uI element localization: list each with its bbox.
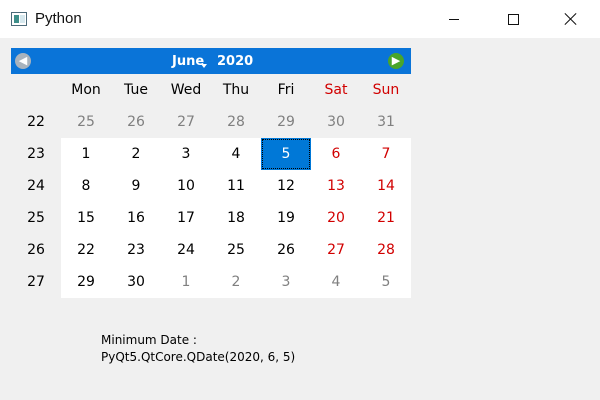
calendar-day[interactable]: 28 [211,106,261,138]
calendar-day[interactable]: 27 [161,106,211,138]
left-arrow-icon: ◀ [18,54,28,67]
calendar-day[interactable]: 15 [61,202,111,234]
calendar-day[interactable]: 26 [111,106,161,138]
weekday-header: Sun [361,74,411,106]
calendar-day[interactable]: 19 [261,202,311,234]
previous-month-button[interactable]: ◀ [15,53,31,69]
calendar-day[interactable]: 4 [211,138,261,170]
calendar-day[interactable]: 25 [211,234,261,266]
calendar-day[interactable]: 12 [261,170,311,202]
calendar-day[interactable]: 26 [261,234,311,266]
calendar-day[interactable]: 21 [361,202,411,234]
calendar-day[interactable]: 6 [311,138,361,170]
calendar-day[interactable]: 23 [111,234,161,266]
week-number: 22 [11,106,61,138]
weekday-header: Thu [211,74,261,106]
calendar-day[interactable]: 14 [361,170,411,202]
calendar-day[interactable]: 27 [311,234,361,266]
calendar-day[interactable]: 24 [161,234,211,266]
calendar-widget: ◀ June 2020 ▶ Mon Tue Wed Thu Fri Sat Su… [11,48,411,298]
next-month-button[interactable]: ▶ [388,53,404,69]
calendar-day[interactable]: 11 [211,170,261,202]
calendar-day[interactable]: 31 [361,106,411,138]
title-bar: Python [0,0,600,38]
maximize-icon [507,13,519,25]
calendar-day[interactable]: 1 [61,138,111,170]
month-selector[interactable]: June [172,54,204,69]
calendar-day[interactable]: 20 [311,202,361,234]
calendar-day[interactable]: 3 [261,266,311,298]
weekday-header: Sat [311,74,361,106]
minimize-icon [449,18,459,20]
year-selector[interactable]: 2020 [217,54,253,69]
close-icon [564,12,578,26]
calendar-day[interactable]: 16 [111,202,161,234]
calendar-day[interactable]: 30 [111,266,161,298]
calendar-grid: Mon Tue Wed Thu Fri Sat Sun 22 25 26 27 … [11,74,411,298]
chevron-down-icon [201,64,207,68]
calendar-day[interactable]: 22 [61,234,111,266]
calendar-day[interactable]: 2 [211,266,261,298]
week-number: 25 [11,202,61,234]
maximize-button[interactable] [490,0,536,38]
week-number-header [11,74,61,106]
calendar-day[interactable]: 29 [61,266,111,298]
week-number: 23 [11,138,61,170]
weekday-header: Mon [61,74,111,106]
calendar-day[interactable]: 7 [361,138,411,170]
window-title: Python [35,10,82,27]
week-number: 27 [11,266,61,298]
calendar-day[interactable]: 9 [111,170,161,202]
calendar-day[interactable]: 1 [161,266,211,298]
calendar-day[interactable]: 28 [361,234,411,266]
calendar-day[interactable]: 18 [211,202,261,234]
calendar-day[interactable]: 29 [261,106,311,138]
close-button[interactable] [548,0,594,38]
minimum-date-label: Minimum Date : PyQt5.QtCore.QDate(2020, … [101,333,296,364]
calendar-day[interactable]: 30 [311,106,361,138]
calendar-day[interactable]: 10 [161,170,211,202]
calendar-day[interactable]: 5 [361,266,411,298]
calendar-day[interactable]: 8 [61,170,111,202]
calendar-day[interactable]: 25 [61,106,111,138]
calendar-day[interactable]: 2 [111,138,161,170]
calendar-day[interactable]: 4 [311,266,361,298]
calendar-day-selected[interactable]: 5 [261,138,311,170]
minimize-button[interactable] [431,0,477,38]
weekday-header: Tue [111,74,161,106]
weekday-header: Fri [261,74,311,106]
app-window-icon [11,12,27,26]
week-number: 24 [11,170,61,202]
week-number: 26 [11,234,61,266]
right-arrow-icon: ▶ [391,54,401,67]
calendar-day[interactable]: 17 [161,202,211,234]
calendar-day[interactable]: 3 [161,138,211,170]
weekday-header: Wed [161,74,211,106]
calendar-nav-bar: ◀ June 2020 ▶ [11,48,411,74]
calendar-day[interactable]: 13 [311,170,361,202]
